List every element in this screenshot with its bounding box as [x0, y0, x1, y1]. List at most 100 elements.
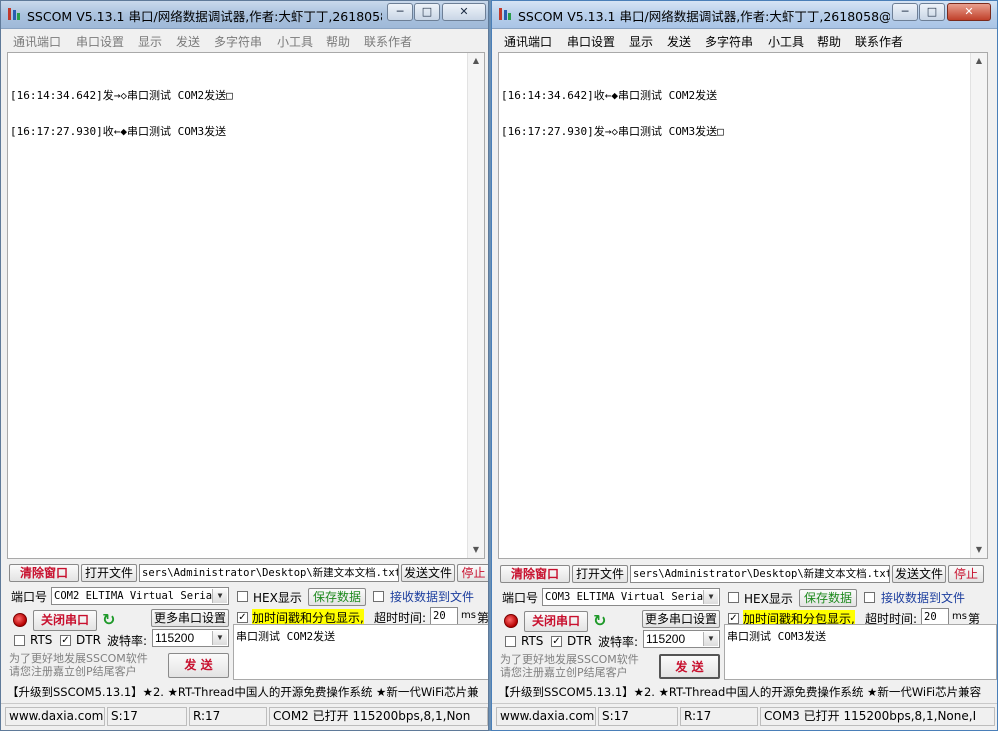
minimize-icon: ─	[901, 5, 909, 18]
status-website[interactable]: www.daxia.com	[496, 707, 596, 726]
menu-item-comm-port[interactable]: 通讯端口	[13, 33, 61, 50]
send-text: 串口测试 COM2发送	[236, 630, 336, 643]
close-port-button[interactable]: 关闭串口	[33, 610, 97, 631]
close-port-button[interactable]: 关闭串口	[524, 611, 588, 632]
scroll-down-icon[interactable]: ▼	[971, 542, 987, 558]
news-ticker[interactable]: 【升级到SSCOM5.13.1】★2. ★RT-Thread中国人的开源免费操作…	[498, 682, 997, 702]
dtr-checkbox[interactable]: ✓	[551, 636, 562, 647]
sscom-window-com3: SSCOM V5.13.1 串口/网络数据调试器,作者:大虾丁丁,2618058…	[491, 0, 998, 731]
menu-item-serial-settings[interactable]: 串口设置	[76, 33, 124, 50]
timeout-input[interactable]: 20	[430, 607, 458, 625]
receive-area[interactable]: [16:14:34.642]发→◇串口测试 COM2发送□ [16:17:27.…	[7, 52, 485, 559]
hex-display-label: HEX显示	[744, 592, 793, 606]
scroll-up-icon[interactable]: ▲	[468, 53, 484, 69]
port-label: 端口号	[11, 590, 48, 604]
menu-item-send[interactable]: 发送	[176, 33, 200, 50]
menu-item-display[interactable]: 显示	[629, 33, 653, 50]
file-path-field[interactable]: sers\Administrator\Desktop\新建文本文档.txt	[139, 564, 399, 582]
send-button[interactable]: 发 送	[659, 654, 720, 679]
send-button[interactable]: 发 送	[168, 653, 229, 678]
status-sent-count: S:17	[107, 707, 187, 726]
minimize-button[interactable]: ─	[892, 3, 918, 21]
vertical-scrollbar[interactable]: ▲ ▼	[970, 53, 987, 558]
more-serial-settings-button[interactable]: 更多串口设置	[151, 609, 229, 627]
status-website[interactable]: www.daxia.com	[5, 707, 105, 726]
hex-display-checkbox[interactable]	[237, 591, 248, 602]
port-select[interactable]: COM2 ELTIMA Virtual Serial ▼	[51, 587, 229, 605]
clear-window-button[interactable]: 清除窗口	[9, 564, 79, 582]
recv-to-file-label: 接收数据到文件	[390, 590, 475, 604]
close-icon: ✕	[964, 5, 974, 18]
app-icon	[498, 7, 512, 21]
promo-line-2: 请您注册嘉立创P结尾客户	[500, 666, 628, 679]
menu-item-display[interactable]: 显示	[138, 33, 162, 50]
port-status-indicator-icon	[13, 613, 27, 627]
open-file-button[interactable]: 打开文件	[81, 564, 137, 582]
menu-item-multi-string[interactable]: 多字符串	[214, 33, 262, 50]
clear-window-button[interactable]: 清除窗口	[500, 565, 570, 583]
timeout-unit: ms	[952, 611, 967, 622]
baud-rate-label: 波特率:	[107, 634, 148, 648]
rts-checkbox[interactable]	[14, 635, 25, 646]
close-button[interactable]: ✕	[947, 3, 991, 21]
receive-area[interactable]: [16:14:34.642]收←◆串口测试 COM2发送 [16:17:27.9…	[498, 52, 988, 559]
status-sent-count: S:17	[598, 707, 678, 726]
timestamp-checkbox[interactable]: ✓	[237, 612, 248, 623]
status-port-info: COM2 已打开 115200bps,8,1,Non	[269, 707, 488, 726]
menu-item-tools[interactable]: 小工具	[768, 33, 804, 50]
baud-rate-select[interactable]: 115200 ▼	[643, 630, 720, 648]
minimize-icon: ─	[396, 5, 404, 18]
close-icon: ✕	[459, 5, 469, 18]
status-bar: www.daxia.com S:17 R:17 COM2 已打开 115200b…	[1, 703, 488, 730]
baud-rate-select[interactable]: 115200 ▼	[152, 629, 229, 647]
title-bar[interactable]: SSCOM V5.13.1 串口/网络数据调试器,作者:大虾丁丁,2618058…	[492, 1, 997, 29]
port-select[interactable]: COM3 ELTIMA Virtual Serial ▼	[542, 588, 720, 606]
more-serial-settings-button[interactable]: 更多串口设置	[642, 610, 720, 628]
close-button[interactable]: ✕	[442, 3, 486, 21]
stop-button[interactable]: 停止	[457, 564, 488, 582]
send-file-button[interactable]: 发送文件	[401, 564, 455, 582]
scroll-down-icon[interactable]: ▼	[468, 542, 484, 558]
chevron-down-icon: ▼	[212, 589, 227, 603]
menu-item-help[interactable]: 帮助	[817, 33, 841, 50]
rts-label: RTS	[521, 634, 544, 648]
send-text-area[interactable]: 串口测试 COM3发送	[724, 624, 997, 680]
open-file-button[interactable]: 打开文件	[572, 565, 628, 583]
menu-item-comm-port[interactable]: 通讯端口	[504, 33, 552, 50]
send-text-area[interactable]: 串口测试 COM2发送	[233, 624, 488, 680]
port-status-indicator-icon	[504, 614, 518, 628]
timestamp-checkbox[interactable]: ✓	[728, 613, 739, 624]
menu-item-tools[interactable]: 小工具	[277, 33, 313, 50]
menu-bar: 通讯端口 串口设置 显示 发送 多字符串 小工具 帮助 联系作者	[492, 29, 997, 51]
stop-button[interactable]: 停止	[948, 565, 984, 583]
scroll-up-icon[interactable]: ▲	[971, 53, 987, 69]
promo-line-1: 为了更好地发展SSCOM软件	[500, 653, 639, 666]
maximize-button[interactable]: □	[919, 3, 945, 21]
menu-item-serial-settings[interactable]: 串口设置	[567, 33, 615, 50]
vertical-scrollbar[interactable]: ▲ ▼	[467, 53, 484, 558]
menu-item-send[interactable]: 发送	[667, 33, 691, 50]
refresh-icon[interactable]: ↻	[102, 612, 115, 628]
menu-item-contact-author[interactable]: 联系作者	[855, 33, 903, 50]
maximize-button[interactable]: □	[414, 3, 440, 21]
file-path-field[interactable]: sers\Administrator\Desktop\新建文本文档.txt	[630, 565, 890, 583]
dtr-label: DTR	[567, 634, 592, 648]
save-data-button[interactable]: 保存数据	[308, 588, 366, 606]
menu-item-help[interactable]: 帮助	[326, 33, 350, 50]
rts-checkbox[interactable]	[505, 636, 516, 647]
rts-label: RTS	[30, 633, 53, 647]
menu-bar: 通讯端口 串口设置 显示 发送 多字符串 小工具 帮助 联系作者	[1, 29, 488, 51]
news-ticker[interactable]: 【升级到SSCOM5.13.1】★2. ★RT-Thread中国人的开源免费操作…	[7, 682, 488, 702]
send-file-button[interactable]: 发送文件	[892, 565, 946, 583]
title-bar[interactable]: SSCOM V5.13.1 串口/网络数据调试器,作者:大虾丁丁,2618058…	[1, 1, 488, 29]
save-data-button[interactable]: 保存数据	[799, 589, 857, 607]
send-text: 串口测试 COM3发送	[727, 630, 827, 643]
recv-to-file-checkbox[interactable]	[373, 591, 384, 602]
hex-display-checkbox[interactable]	[728, 592, 739, 603]
recv-to-file-checkbox[interactable]	[864, 592, 875, 603]
menu-item-multi-string[interactable]: 多字符串	[705, 33, 753, 50]
refresh-icon[interactable]: ↻	[593, 613, 606, 629]
menu-item-contact-author[interactable]: 联系作者	[364, 33, 412, 50]
dtr-checkbox[interactable]: ✓	[60, 635, 71, 646]
minimize-button[interactable]: ─	[387, 3, 413, 21]
